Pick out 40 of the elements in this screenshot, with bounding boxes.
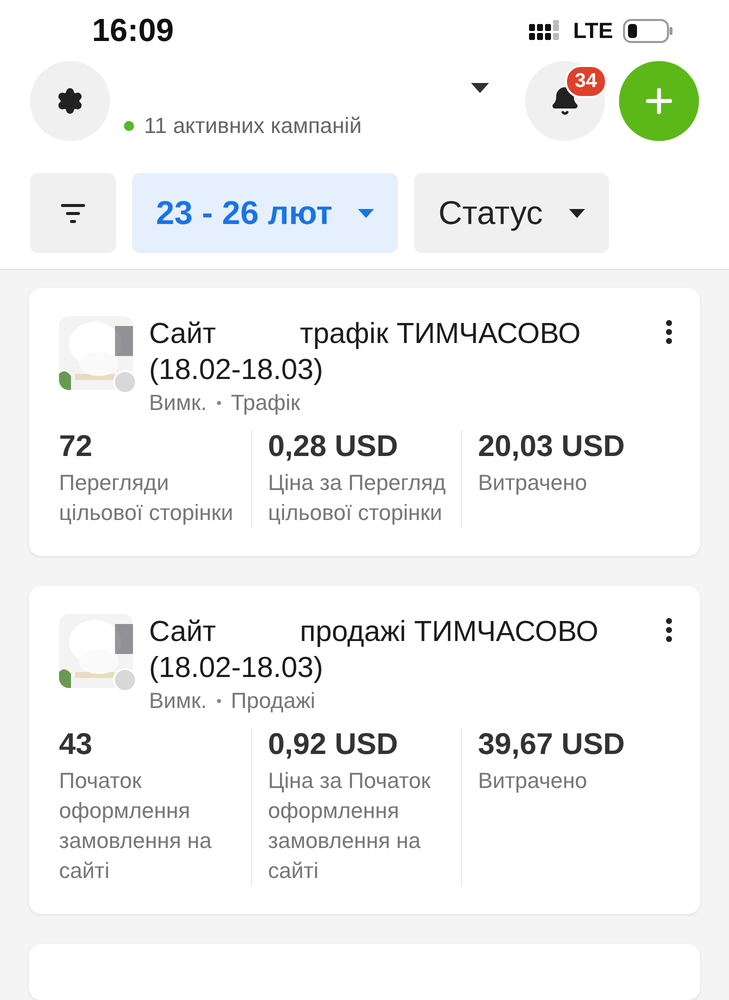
caret-icon	[568, 208, 585, 218]
filter-icon	[58, 202, 88, 224]
more-icon	[666, 618, 672, 642]
caret-icon	[358, 208, 374, 218]
metric-label: Витрачено	[478, 767, 588, 795]
campaign-status: Вимк.	[149, 390, 207, 416]
clock-time: 16:09	[92, 12, 174, 49]
bell-icon	[550, 86, 580, 116]
metric-value: 0,92 USD	[268, 728, 400, 762]
more-button[interactable]	[666, 618, 672, 642]
more-icon	[666, 320, 672, 344]
metric-value: 20,03 USD	[478, 430, 626, 464]
metric-value: 39,67 USD	[478, 728, 626, 762]
campaign-title: Сайт продажі ТИМЧАСОВО (18.02-18.03)	[149, 615, 600, 686]
active-campaigns: 11 активних кампаній	[124, 113, 511, 139]
campaign-card[interactable]: Сайт трафік ТИМЧАСОВО (18.02-18.03) Вимк. Трафік 72 Перегляди цільової сторінки 0,28 USD Ціна за Перегляд цільової сторінки 20,03 USD Витрачено	[29, 288, 700, 556]
campaign-title: Сайт трафік ТИМЧАСОВО (18.02-18.03)	[149, 317, 582, 388]
network-type: LTE	[573, 18, 613, 44]
filter-dropdown[interactable]: 23 - 26 лют	[132, 173, 398, 253]
metric-label: Перегляди цільової сторінки	[59, 469, 234, 527]
more-button[interactable]	[666, 320, 672, 344]
notification-badge: 34	[564, 65, 607, 98]
metric-label: Ціна за Перегляд цільової сторінки	[268, 469, 447, 527]
separator-dot	[216, 401, 221, 405]
metric-label: Ціна за Початок оформлення замовлення на сайті	[268, 767, 432, 885]
settings-icon	[56, 87, 84, 115]
campaign-objective: Трафік	[230, 390, 300, 416]
notifications-button[interactable]: 34	[525, 61, 605, 141]
caret-icon[interactable]	[471, 83, 489, 93]
campaign-status: Вимк.	[149, 688, 207, 714]
metric-value: 0,28 USD	[268, 430, 400, 464]
campaign-objective: Продажі	[230, 688, 316, 714]
separator-dot	[216, 699, 221, 703]
metric-label: Витрачено	[478, 469, 588, 497]
campaign-card[interactable]: Сайт продажі ТИМЧАСОВО (18.02-18.03) Вимк. Продажі 43 Початок оформлення замовлення на сайті 0,92 USD Ціна за Початок оформлення замовлення на сайті 39,67 USD Витрачено	[29, 586, 700, 914]
metric-value: 43	[59, 728, 94, 762]
battery-icon	[623, 18, 673, 42]
metric-value: 72	[59, 430, 94, 464]
metric-label: Початок оформлення замовлення на сайті	[59, 767, 213, 885]
filter-dropdown[interactable]: Статус	[414, 173, 609, 253]
